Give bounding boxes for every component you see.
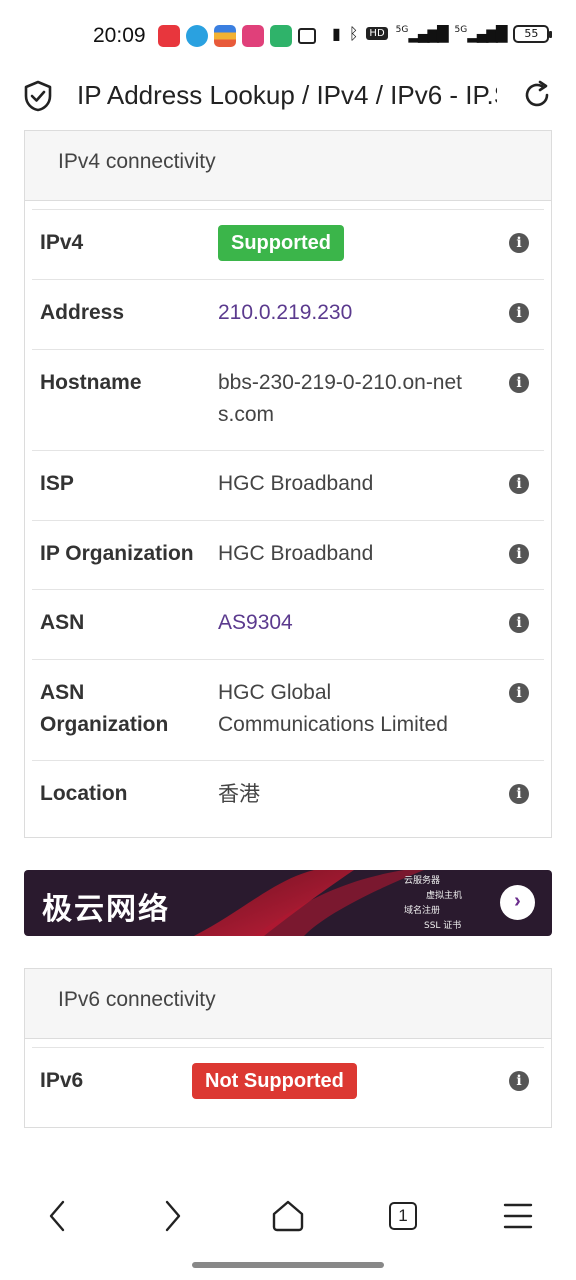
tabs-icon: 1	[389, 1202, 417, 1230]
home-indicator[interactable]	[192, 1262, 384, 1268]
table-row: ASN Organization HGC Global Communicatio…	[32, 659, 544, 760]
row-value: bbs-230-219-0-210.on-nets.com	[218, 371, 463, 426]
row-label: IPv4	[40, 231, 84, 254]
chevron-right-icon[interactable]: ›	[500, 885, 535, 920]
ipv4-rows: IPv4 Supported i Address 210.0.219.230 i…	[25, 201, 551, 830]
signal-2-icon: 5G▂▄▆█	[454, 24, 508, 43]
table-row: IPv4 Supported i	[32, 209, 544, 279]
menu-icon[interactable]	[496, 1194, 540, 1238]
info-icon[interactable]: i	[509, 233, 529, 253]
back-icon[interactable]	[36, 1194, 80, 1238]
table-row: Address 210.0.219.230 i	[32, 279, 544, 349]
banner-tag: 云服务器	[404, 876, 441, 886]
info-icon[interactable]: i	[509, 303, 529, 323]
status-bar: 20:09 ▮ ᛒ HD 5G▂▄▆█ 5G▂▄▆█ 55	[0, 0, 576, 72]
system-icons: ▮ ᛒ HD 5G▂▄▆█ 5G▂▄▆█ 55	[332, 24, 553, 43]
info-icon[interactable]: i	[509, 373, 529, 393]
row-label: IP Organization	[40, 542, 194, 565]
vibrate-icon: ▮	[332, 24, 341, 43]
page-title[interactable]: IP Address Lookup / IPv4 / IPv6 - IP.S	[77, 80, 497, 111]
row-label: Location	[40, 782, 128, 805]
ad-banner[interactable]: 极云网络 云服务器 虚拟主机 域名注册 SSL 证书 ›	[24, 870, 552, 936]
supported-badge: Supported	[218, 225, 344, 261]
row-label: ASN Organization	[40, 681, 169, 736]
row-value: HGC Global Communications Limited	[218, 681, 448, 736]
tabs-button[interactable]: 1	[381, 1194, 425, 1238]
table-row: ISP HGC Broadband i	[32, 450, 544, 520]
wallet-app-icon	[214, 25, 236, 47]
banner-brand: 极云网络	[42, 892, 170, 927]
banner-tags: 云服务器 虚拟主机 域名注册 SSL 证书	[404, 874, 462, 934]
table-row: Location 香港 i	[32, 760, 544, 830]
ipv6-card-header: IPv6 connectivity	[25, 969, 551, 1039]
tab-count: 1	[398, 1206, 408, 1225]
bluetooth-icon: ᛒ	[348, 24, 359, 43]
row-label: ASN	[40, 611, 85, 634]
ipv6-card: IPv6 connectivity IPv6 Not Supported i	[24, 968, 552, 1128]
battery-icon: 55	[513, 24, 553, 43]
info-icon[interactable]: i	[509, 784, 529, 804]
row-value: Supported	[218, 225, 498, 261]
row-value: Not Supported	[192, 1063, 472, 1099]
status-time: 20:09	[93, 24, 146, 47]
banner-tag: 域名注册	[404, 906, 441, 916]
banner-tag: SSL 证书	[424, 921, 462, 931]
security-app-icon	[270, 25, 292, 47]
row-value: HGC Broadband	[218, 472, 374, 495]
ipv4-card: IPv4 connectivity IPv4 Supported i Addre…	[24, 130, 552, 838]
address-link[interactable]: 210.0.219.230	[218, 297, 498, 329]
table-row: Hostname bbs-230-219-0-210.on-nets.com i	[32, 349, 544, 450]
shield-check-icon[interactable]	[24, 80, 52, 112]
row-label: Address	[40, 301, 125, 324]
banner-tag: 虚拟主机	[426, 891, 463, 901]
music-app-icon	[158, 25, 180, 47]
info-icon[interactable]: i	[509, 474, 529, 494]
info-icon[interactable]: i	[509, 613, 529, 633]
ipv6-rows: IPv6 Not Supported i	[25, 1039, 551, 1119]
ipv4-card-header: IPv4 connectivity	[25, 131, 551, 201]
cast-icon	[298, 28, 316, 44]
row-value: 香港	[218, 782, 260, 806]
row-value: HGC Broadband	[218, 542, 374, 565]
not-supported-badge: Not Supported	[192, 1063, 357, 1099]
info-icon[interactable]: i	[509, 544, 529, 564]
reload-icon[interactable]	[520, 78, 554, 112]
table-row: IP Organization HGC Broadband i	[32, 520, 544, 589]
table-row: IPv6 Not Supported i	[32, 1047, 544, 1119]
asn-link[interactable]: AS9304	[218, 607, 498, 639]
row-label: Hostname	[40, 371, 142, 394]
signal-1-icon: 5G▂▄▆█	[395, 24, 449, 43]
home-icon[interactable]	[266, 1194, 310, 1238]
table-row: ASN AS9304 i	[32, 589, 544, 659]
telegram-icon	[186, 25, 208, 47]
row-label: ISP	[40, 472, 74, 495]
video-app-icon	[242, 25, 264, 47]
hd-icon: HD	[366, 27, 388, 40]
forward-icon[interactable]	[150, 1194, 194, 1238]
notification-icons	[158, 25, 316, 47]
browser-toolbar: IP Address Lookup / IPv4 / IPv6 - IP.S	[0, 72, 576, 128]
row-label: IPv6	[40, 1069, 84, 1092]
bottom-nav: 1	[0, 1180, 576, 1252]
info-icon[interactable]: i	[509, 1071, 529, 1091]
info-icon[interactable]: i	[509, 683, 529, 703]
